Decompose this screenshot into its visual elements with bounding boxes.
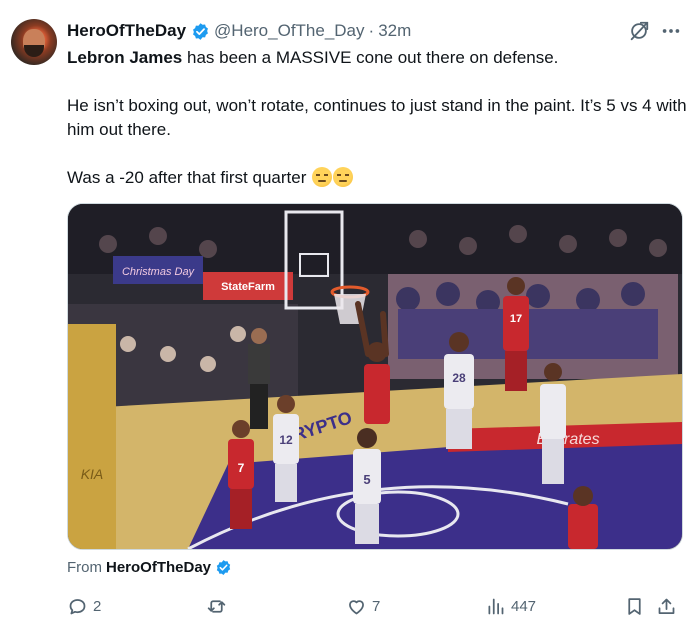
tweet-header: HeroOfTheDay @Hero_OfThe_Day · 32m bbox=[67, 19, 411, 43]
verified-badge-icon[interactable] bbox=[191, 22, 210, 41]
action-bar: 2 7 447 bbox=[0, 592, 700, 622]
separator-dot: · bbox=[368, 21, 375, 40]
tweet-media-image[interactable]: Christmas Day StateFarm Emirates CRYPTO … bbox=[67, 203, 683, 550]
grok-icon[interactable] bbox=[628, 20, 650, 42]
verified-badge-icon bbox=[216, 560, 231, 575]
tweet-text-line-1: Lebron James has been a MASSIVE cone out… bbox=[67, 46, 687, 70]
share-button[interactable] bbox=[656, 592, 677, 620]
share-icon bbox=[658, 598, 675, 614]
avatar-beard bbox=[24, 45, 44, 57]
mention-lebron[interactable]: Lebron James bbox=[67, 48, 182, 67]
bookmark-button[interactable] bbox=[624, 592, 645, 620]
source-prefix: From bbox=[67, 559, 102, 576]
jersey-number-17: 17 bbox=[510, 313, 522, 325]
jersey-number-12: 12 bbox=[279, 433, 293, 447]
like-count: 7 bbox=[372, 597, 381, 615]
views-chart-icon bbox=[488, 598, 504, 614]
timestamp[interactable]: 32m bbox=[378, 21, 411, 41]
jersey-number-28: 28 bbox=[452, 371, 466, 385]
reply-count: 2 bbox=[93, 597, 102, 615]
avatar[interactable] bbox=[11, 19, 57, 65]
tweet-text-line-3-text: Was a -20 after that first quarter bbox=[67, 168, 307, 187]
handle[interactable]: @Hero_OfThe_Day bbox=[214, 21, 365, 41]
tweet-text-line-1-rest: has been a MASSIVE cone out there on def… bbox=[182, 48, 559, 67]
tweet[interactable]: HeroOfTheDay @Hero_OfThe_Day · 32m Lebro… bbox=[0, 0, 700, 628]
views-button[interactable]: 447 bbox=[485, 592, 536, 620]
more-options-icon[interactable] bbox=[660, 20, 682, 42]
heart-icon bbox=[349, 599, 364, 614]
like-button[interactable]: 7 bbox=[346, 592, 380, 620]
jersey-number-7: 7 bbox=[238, 461, 245, 475]
reply-button[interactable]: 2 bbox=[67, 592, 101, 620]
reply-icon bbox=[69, 598, 86, 614]
display-name[interactable]: HeroOfTheDay bbox=[67, 21, 186, 41]
banner-kia: KIA bbox=[81, 466, 104, 482]
repost-button[interactable] bbox=[206, 592, 232, 620]
bookmark-icon bbox=[628, 597, 641, 615]
repost-icon bbox=[207, 599, 226, 613]
source-attribution: From HeroOfTheDay bbox=[67, 559, 236, 576]
tweet-text-line-2: He isn’t boxing out, won’t rotate, conti… bbox=[67, 96, 687, 139]
banner-statefarm: StateFarm bbox=[221, 281, 275, 293]
tweet-text-line-3: Was a -20 after that first quarter bbox=[67, 166, 687, 190]
jersey-number-5: 5 bbox=[363, 472, 370, 487]
source-author-link[interactable]: HeroOfTheDay bbox=[106, 559, 211, 576]
unamused-face-icon bbox=[312, 167, 333, 187]
banner-christmas-day: Christmas Day bbox=[122, 266, 196, 278]
view-count: 447 bbox=[511, 597, 537, 615]
unamused-face-icon bbox=[333, 167, 354, 187]
basketball-game-scene: Christmas Day StateFarm Emirates CRYPTO … bbox=[68, 204, 682, 549]
